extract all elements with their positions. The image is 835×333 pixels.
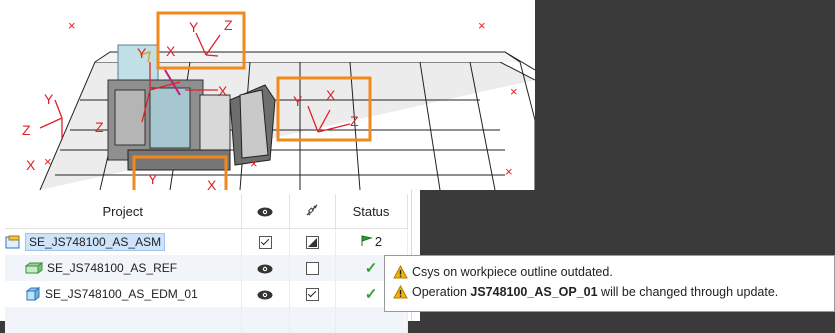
table-header-row: Project Status <box>5 194 408 229</box>
axis-label-x: X <box>326 87 336 103</box>
green-flag-icon <box>361 235 373 247</box>
part-icon <box>25 287 41 301</box>
link-icon <box>306 204 318 215</box>
status-cell: 2 <box>335 228 408 255</box>
column-header-link[interactable] <box>289 194 336 229</box>
axis-label-y: Y <box>44 91 54 107</box>
table-row[interactable]: SE_JS748100_AS_ASM 2 <box>5 228 408 255</box>
model-graphics: Y Z X Y X Z Y Z X Z Y X Y X × × × × × × <box>22 11 535 190</box>
axis-label-z: Z <box>350 113 359 129</box>
tooltip-line: Csys on workpiece outline outdated. <box>393 262 834 282</box>
visibility-checkbox[interactable] <box>241 228 290 255</box>
reference-part-icon <box>25 262 43 274</box>
project-tree-table: Project Status SE_JS748100_AS_ASM 2 SE_J… <box>5 194 408 333</box>
tree-node-name-cell[interactable]: SE_JS748100_AS_EDM_01 <box>5 281 242 307</box>
axis-label-x: X <box>166 43 176 59</box>
visibility-toggle[interactable] <box>241 281 290 307</box>
svg-text:×: × <box>505 164 513 179</box>
link-checkbox[interactable] <box>289 281 336 307</box>
tooltip-message: Csys on workpiece outline outdated. <box>412 265 613 279</box>
warning-icon <box>393 265 408 279</box>
axis-label-y: Y <box>189 19 199 35</box>
svg-text:×: × <box>44 154 52 169</box>
axis-label-y: Y <box>148 171 158 187</box>
warning-icon <box>393 285 408 299</box>
tree-node-name-cell[interactable]: SE_JS748100_AS_ASM <box>5 228 242 255</box>
tree-node-name-cell[interactable]: SE_JS748100_AS_REF <box>5 255 242 281</box>
status-count: 2 <box>374 233 383 249</box>
svg-text:×: × <box>68 18 76 33</box>
visibility-icon <box>257 207 273 217</box>
axis-label-x: X <box>26 157 36 173</box>
table-row[interactable]: SE_JS748100_AS_REF ✓ <box>5 255 408 281</box>
checkmark-icon: ✓ <box>364 260 378 277</box>
tooltip-line: Operation JS748100_AS_OP_01 will be chan… <box>393 282 834 302</box>
visibility-icon <box>257 290 273 300</box>
tree-node-label[interactable]: SE_JS748100_AS_ASM <box>25 233 166 251</box>
link-checkbox[interactable] <box>289 228 336 255</box>
visibility-toggle[interactable] <box>241 255 290 281</box>
visibility-icon <box>257 264 273 274</box>
axis-label-y: Y <box>293 93 303 109</box>
svg-text:×: × <box>510 84 518 99</box>
column-header-status[interactable]: Status <box>335 194 408 229</box>
checkmark-icon: ✓ <box>364 286 378 303</box>
column-header-project[interactable]: Project <box>5 194 242 229</box>
column-header-visibility[interactable] <box>241 194 290 229</box>
svg-text:×: × <box>250 156 258 171</box>
status-tooltip: Csys on workpiece outline outdated. Oper… <box>384 255 835 312</box>
axis-label-y: Y <box>137 45 147 61</box>
axis-label-z: Z <box>224 17 233 33</box>
svg-text:×: × <box>478 18 486 33</box>
axis-label-x: X <box>218 83 228 99</box>
project-tree-panel: Project Status SE_JS748100_AS_ASM 2 SE_J… <box>0 190 420 333</box>
assembly-icon <box>5 235 20 249</box>
axis-label-x: X <box>207 177 217 190</box>
axis-label-z: Z <box>95 119 104 135</box>
tree-node-label[interactable]: SE_JS748100_AS_EDM_01 <box>45 287 198 301</box>
tree-node-label[interactable]: SE_JS748100_AS_REF <box>47 261 177 275</box>
cad-viewport[interactable]: Y Z X Y X Z Y Z X Z Y X Y X × × × × × × <box>0 0 535 190</box>
axis-label-z: Z <box>22 122 31 138</box>
table-row <box>5 307 408 333</box>
table-row[interactable]: SE_JS748100_AS_EDM_01 ✓ <box>5 281 408 307</box>
tooltip-message: Operation JS748100_AS_OP_01 will be chan… <box>412 285 779 299</box>
link-checkbox[interactable] <box>289 255 336 281</box>
